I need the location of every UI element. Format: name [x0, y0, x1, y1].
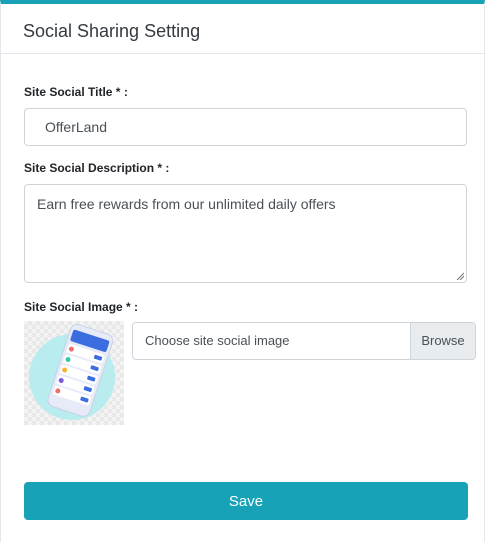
social-image-file-input[interactable]: Choose site social image Browse: [132, 322, 476, 360]
social-image-preview: [24, 321, 124, 425]
phone-app-illustration: [29, 323, 115, 420]
page-title: Social Sharing Setting: [23, 21, 201, 41]
site-social-description-textarea[interactable]: Earn free rewards from our unlimited dai…: [24, 184, 467, 283]
social-sharing-card: Social Sharing Setting Site Social Title…: [0, 0, 485, 542]
file-input-placeholder: Choose site social image: [145, 333, 290, 348]
site-social-title-label: Site Social Title * :: [24, 85, 128, 99]
browse-button[interactable]: Browse: [410, 323, 475, 359]
site-social-description-label: Site Social Description * :: [24, 161, 170, 175]
site-social-image-label: Site Social Image * :: [24, 300, 139, 314]
site-social-title-input[interactable]: OfferLand: [24, 108, 467, 146]
description-text: Earn free rewards from our unlimited dai…: [37, 196, 336, 212]
resize-grip-icon[interactable]: [456, 272, 464, 280]
save-button[interactable]: Save: [24, 482, 468, 520]
card-header: Social Sharing Setting: [1, 4, 484, 54]
